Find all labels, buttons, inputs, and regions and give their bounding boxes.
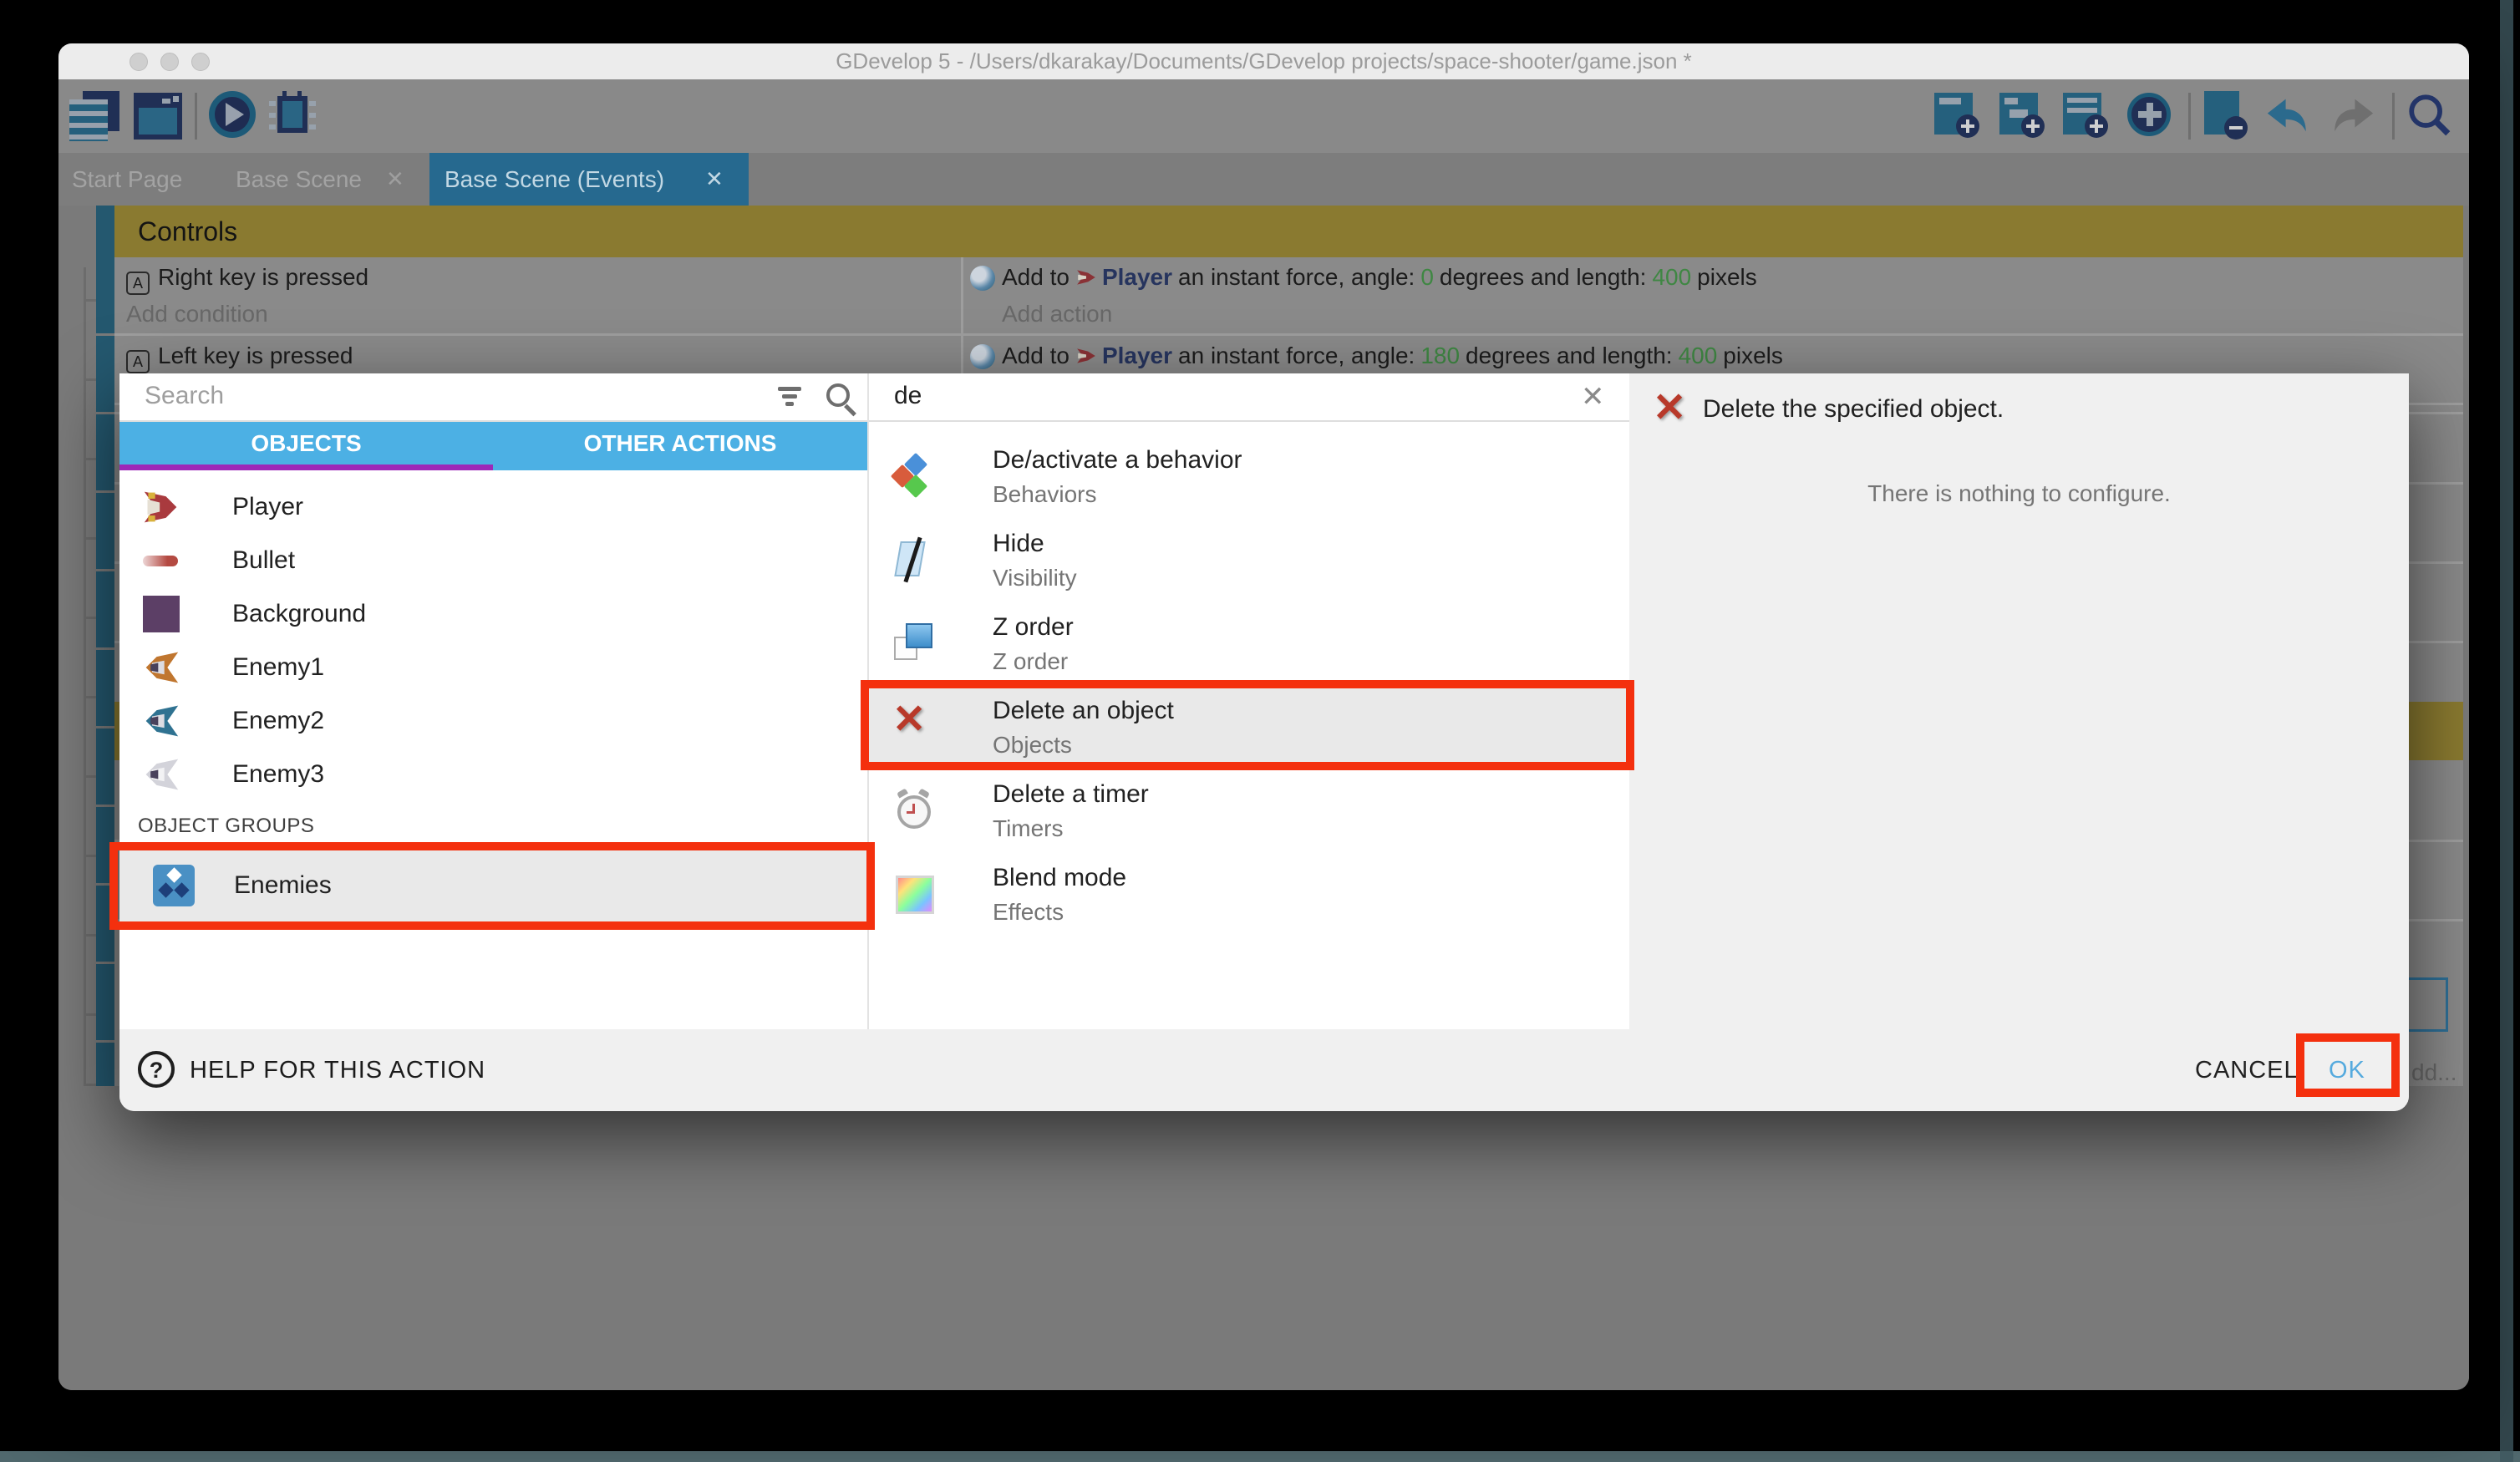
action-item-hide[interactable]: Hide Visibility [869, 520, 1631, 603]
keyboard-key-icon: A [126, 272, 150, 295]
help-button[interactable]: ? HELP FOR THIS ACTION [119, 1029, 704, 1111]
tab-bar: Start Page Base Scene ✕ Base Scene (Even… [58, 153, 2469, 206]
action-item-blend-mode[interactable]: Blend mode Effects [869, 854, 1631, 937]
action-item-delete-timer[interactable]: Delete a timer Timers [869, 770, 1631, 854]
object-row-player[interactable]: Player [119, 480, 867, 534]
enemy2-ship-icon [143, 703, 180, 739]
tab-base-scene[interactable]: Base Scene [236, 153, 362, 206]
object-groups-header: OBJECT GROUPS [138, 815, 314, 838]
add-event-link-partial[interactable]: dd... [2411, 1059, 2456, 1086]
object-search-input[interactable] [119, 373, 643, 419]
blend-mode-icon [892, 872, 936, 916]
tab-base-scene-events[interactable]: Base Scene (Events) ✕ [429, 153, 749, 206]
tab-base-scene-close-icon[interactable]: ✕ [386, 153, 404, 206]
player-ship-icon [143, 489, 180, 525]
annotation-highlight-ok [2296, 1033, 2400, 1097]
player-mini-icon [1075, 267, 1097, 288]
timer-icon [892, 789, 936, 832]
toolbar-separator [2392, 93, 2395, 140]
enemy1-ship-icon [143, 649, 180, 686]
hide-icon [892, 538, 936, 581]
cancel-button[interactable]: CANCEL [2195, 1029, 2299, 1111]
event1-actions: Add toPlayeran instant force, angle:0deg… [963, 257, 2463, 333]
search-icon [826, 383, 856, 414]
event1-condition-text: Right key is pressed [158, 264, 368, 290]
dialog-footer: ? HELP FOR THIS ACTION CANCEL OK [119, 1029, 2409, 1111]
redo-icon[interactable] [2329, 91, 2379, 141]
action-description: Delete the specified object. [1703, 395, 2004, 424]
undo-icon[interactable] [2263, 91, 2314, 141]
action-search-row: ✕ [869, 373, 1631, 422]
event-group-header[interactable]: Controls [114, 206, 2463, 257]
add-subevent-icon[interactable] [1999, 91, 2050, 141]
tab-objects[interactable]: OBJECTS [119, 422, 493, 465]
delete-object-icon: ✕ [1653, 388, 1686, 429]
behavior-icon [892, 454, 936, 498]
add-circle-icon[interactable] [2126, 91, 2176, 141]
minimize-window-icon[interactable] [160, 53, 179, 71]
debug-icon[interactable] [269, 91, 319, 141]
toolbar-separator [2188, 93, 2191, 140]
toolbar-separator [195, 93, 197, 140]
add-event-icon[interactable] [1934, 91, 1984, 141]
close-window-icon[interactable] [130, 53, 148, 71]
event-group-title: Controls [138, 206, 2463, 257]
play-preview-icon[interactable] [209, 91, 259, 141]
nothing-to-configure-text: There is nothing to configure. [1629, 480, 2409, 507]
z-order-icon [892, 622, 936, 665]
bullet-icon [143, 556, 178, 566]
event2-condition-text: Left key is pressed [158, 343, 353, 368]
title-bar: GDevelop 5 - /Users/dkarakay/Documents/G… [58, 43, 2469, 79]
event1-conditions: A Right key is pressed Add condition [114, 257, 961, 333]
help-icon: ? [138, 1051, 175, 1088]
maximize-window-icon[interactable] [191, 53, 210, 71]
screenshot-canvas: GDevelop 5 - /Users/dkarakay/Documents/G… [0, 0, 2520, 1462]
object-row-bullet[interactable]: Bullet [119, 534, 867, 587]
search-events-icon[interactable] [2406, 91, 2456, 141]
event-indent-guide [84, 267, 86, 1086]
tab-base-scene-events-close-icon[interactable]: ✕ [705, 153, 724, 206]
clear-search-icon[interactable]: ✕ [1581, 380, 1605, 414]
object-row-enemy1[interactable]: Enemy1 [119, 641, 867, 694]
background-icon [143, 596, 180, 632]
keyboard-key-icon: A [126, 350, 150, 373]
object-row-enemy2[interactable]: Enemy2 [119, 694, 867, 748]
player-mini-icon [1075, 345, 1097, 367]
window-title: GDevelop 5 - /Users/dkarakay/Documents/G… [58, 43, 2469, 79]
toolbar [58, 79, 2469, 153]
object-row-background[interactable]: Background [119, 587, 867, 641]
desktop-edge-bottom [0, 1451, 2520, 1462]
scene-editor-icon[interactable] [134, 91, 184, 141]
annotation-highlight-delete-object [861, 680, 1634, 770]
tab-other-actions[interactable]: OTHER ACTIONS [493, 422, 867, 465]
add-condition-link[interactable]: Add condition [126, 301, 268, 327]
desktop-edge-right [2500, 0, 2513, 1462]
project-manager-icon[interactable] [69, 91, 119, 141]
annotation-highlight-enemies [109, 842, 875, 930]
configuration-panel: ✕ Delete the specified object. There is … [1629, 373, 2409, 1029]
action-search-input[interactable] [869, 373, 1402, 419]
add-comment-icon[interactable] [2063, 91, 2113, 141]
force-icon [970, 266, 995, 291]
action-item-z-order[interactable]: Z order Z order [869, 603, 1631, 687]
enemy3-ship-icon [143, 756, 180, 793]
object-search-row [119, 373, 867, 422]
force-icon [970, 344, 995, 369]
tab-start-page[interactable]: Start Page [72, 153, 182, 206]
object-row-enemy3[interactable]: Enemy3 [119, 748, 867, 801]
tab-indicator [119, 464, 493, 470]
filter-icon[interactable] [778, 387, 801, 409]
delete-event-icon[interactable] [2204, 91, 2254, 141]
action-item-deactivate-behavior[interactable]: De/activate a behavior Behaviors [869, 436, 1631, 520]
dialog-tab-bar: OBJECTS OTHER ACTIONS [119, 422, 867, 470]
add-action-link[interactable]: Add action [1002, 301, 1112, 327]
objects-column: OBJECTS OTHER ACTIONS Player Bullet Back… [119, 373, 867, 1029]
